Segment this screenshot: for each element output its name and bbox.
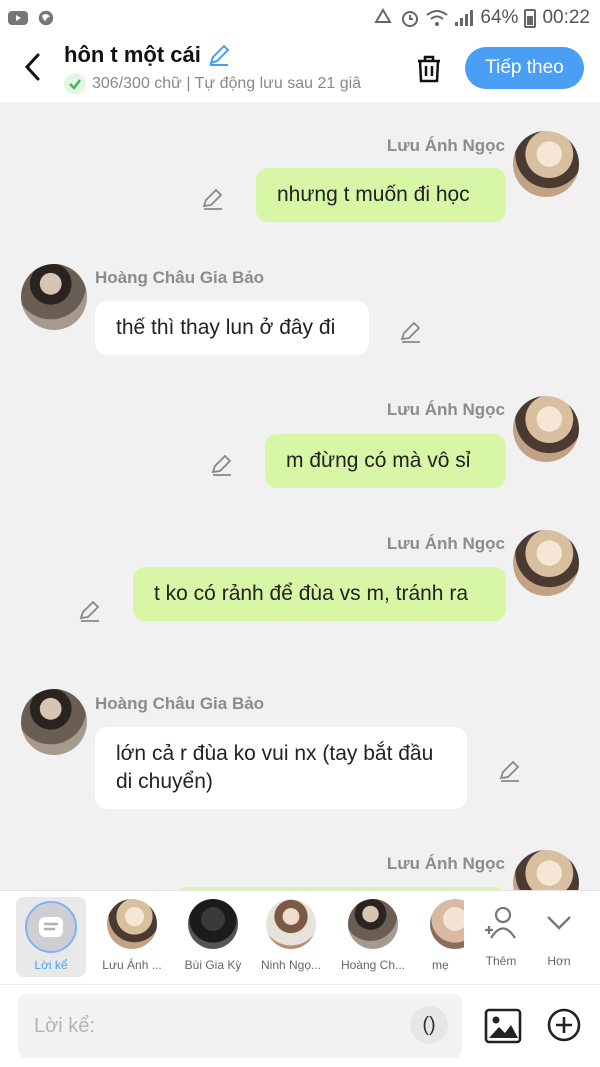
message-item: Hoàng Châu Gia Bảo thế thì thay lun ở đâ… [0, 232, 600, 366]
edit-message-pencil-icon[interactable] [201, 187, 225, 211]
edit-message-pencil-icon[interactable] [210, 453, 234, 477]
sender-name: Hoàng Châu Gia Bảo [95, 268, 265, 287]
story-title-area: hôn t một cái 306/300 chữ | Tự động lưu … [64, 42, 394, 95]
word-count-autosave: 306/300 chữ | Tự động lưu sau 21 giâ [92, 75, 362, 92]
message-item: Lưu Ánh Ngọc t ko có rảnh để đùa vs m, t… [0, 500, 600, 670]
message-bubble[interactable]: thế thì thay lun ở đây đi [95, 301, 369, 355]
character-name: Ninh Ngọ... [260, 958, 322, 972]
youtube-icon [8, 11, 28, 25]
alarm-icon [402, 11, 419, 27]
clock: 00:22 [542, 7, 590, 28]
message-bubble[interactable]: m đừng có mà vô sỉ [265, 434, 506, 488]
avatar[interactable] [21, 264, 87, 330]
composer: () [0, 984, 600, 1067]
chevron-down-icon [547, 916, 571, 930]
narrator-icon [25, 901, 77, 953]
back-button[interactable] [16, 50, 50, 84]
character-item[interactable]: Bùi Gia Kỳ [177, 899, 249, 972]
character-selector: Lời kể Lưu Ánh ... Bùi Gia Kỳ Ninh Ngọ..… [0, 890, 600, 984]
avatar [188, 899, 238, 949]
message-item: Hoàng Châu Gia Bảo lớn cả r đùa ko vui n… [0, 670, 600, 830]
more-button[interactable]: Hơn [534, 905, 584, 968]
chevron-left-icon [24, 53, 40, 81]
sender-name: Lưu Ánh Ngọc [386, 136, 505, 155]
edit-message-pencil-icon[interactable] [78, 599, 102, 623]
sender-name: Lưu Ánh Ngọc [386, 534, 505, 553]
story-title: hôn t một cái [64, 42, 201, 67]
avatar [348, 899, 398, 949]
avatar[interactable] [513, 131, 579, 197]
signal-icon [455, 10, 474, 26]
image-icon[interactable] [484, 1007, 522, 1045]
character-name: Bùi Gia Kỳ [184, 958, 242, 972]
recycle-icon [374, 8, 393, 23]
browser-icon [38, 10, 54, 26]
message-input-box: () [18, 994, 462, 1058]
character-item[interactable]: Hoàng Ch... [337, 899, 409, 972]
character-item[interactable]: Lưu Ánh ... [96, 899, 168, 972]
battery-icon [524, 9, 537, 28]
narrator-selector[interactable]: Lời kể [16, 897, 86, 977]
pencil-icon[interactable] [207, 43, 231, 67]
plus-circle-icon[interactable] [546, 1007, 582, 1043]
story-title-row[interactable]: hôn t một cái [64, 42, 394, 68]
trash-icon [418, 55, 440, 83]
message-bubble[interactable]: t ko có rảnh để đùa vs m, tránh ra [133, 567, 506, 621]
message-item: Lưu Ánh Ngọc nhưng t muốn đi học [0, 102, 600, 232]
battery-percent: 64% [480, 7, 519, 28]
character-item[interactable]: Ninh Ngọ... [255, 899, 327, 972]
edit-message-pencil-icon[interactable] [399, 320, 423, 344]
avatar [266, 899, 316, 949]
avatar[interactable] [513, 850, 579, 890]
add-character-button[interactable]: Thêm [476, 905, 526, 968]
character-item[interactable]: mẹ [420, 899, 464, 972]
avatar [430, 899, 464, 949]
sender-name: Lưu Ánh Ngọc [386, 400, 505, 419]
wifi-icon [426, 10, 449, 26]
character-name: mẹ [432, 958, 449, 972]
avatar[interactable] [513, 396, 579, 462]
next-button[interactable]: Tiếp theo [465, 47, 584, 89]
status-bar: 64% 00:22 [0, 0, 600, 36]
avatar[interactable] [21, 689, 87, 755]
character-name: Hoàng Ch... [340, 958, 406, 972]
top-bar: hôn t một cái 306/300 chữ | Tự động lưu … [0, 36, 600, 102]
edit-message-pencil-icon[interactable] [498, 759, 522, 783]
message-item: Lưu Ánh Ngọc [0, 830, 600, 890]
message-bubble[interactable]: nhưng t muốn đi học [256, 168, 506, 222]
check-icon [64, 73, 86, 95]
message-item: Lưu Ánh Ngọc m đừng có mà vô sỉ [0, 366, 600, 500]
character-name: Lưu Ánh ... [102, 958, 162, 972]
chat-area[interactable]: Lưu Ánh Ngọc nhưng t muốn đi học Hoàng C… [0, 102, 600, 890]
save-status: 306/300 chữ | Tự động lưu sau 21 giâ [64, 73, 394, 95]
parentheses-button[interactable]: () [410, 1006, 448, 1044]
more-label: Hơn [547, 954, 571, 968]
message-input[interactable] [34, 994, 394, 1058]
sender-name: Lưu Ánh Ngọc [386, 854, 505, 873]
delete-button[interactable] [410, 50, 448, 88]
add-person-icon [485, 906, 516, 939]
message-bubble[interactable]: lớn cả r đùa ko vui nx (tay bắt đầu di c… [95, 727, 467, 809]
add-character-label: Thêm [485, 954, 517, 968]
sender-name: Hoàng Châu Gia Bảo [95, 694, 265, 713]
narrator-label: Lời kể [34, 958, 68, 972]
avatar [107, 899, 157, 949]
avatar[interactable] [513, 530, 579, 596]
